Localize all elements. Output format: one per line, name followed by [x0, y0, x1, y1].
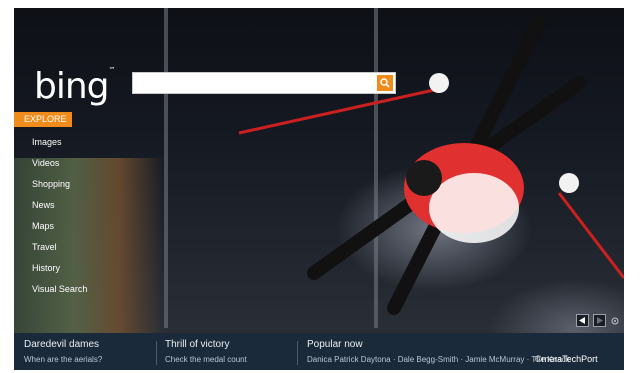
previous-image-button[interactable]: [576, 314, 589, 327]
nav-item-images[interactable]: Images: [32, 136, 87, 157]
nav-item-videos[interactable]: Videos: [32, 157, 87, 178]
divider: [156, 341, 157, 365]
arrow-right-icon: [597, 317, 603, 324]
skier-helmet: [406, 160, 442, 196]
popular-link[interactable]: Dale Begg-Smith: [398, 355, 458, 364]
hotspot-daredevil[interactable]: Daredevil dames When are the aerials?: [24, 339, 102, 364]
nav-item-history[interactable]: History: [32, 262, 87, 283]
nav-item-shopping[interactable]: Shopping: [32, 178, 87, 199]
popular-link[interactable]: Jamie McMurray: [465, 355, 524, 364]
hotspot-heading[interactable]: Daredevil dames: [24, 339, 102, 350]
skier-body: [429, 173, 519, 243]
skier-glove: [429, 73, 449, 93]
ski-pole: [238, 88, 435, 135]
hotspot-popular: Popular now Danica Patrick Daytona · Dal…: [307, 339, 570, 364]
hotspot-link[interactable]: Check the medal count: [165, 355, 247, 364]
hero-background-image: bing™ EXPLORE Images Videos Shopping New…: [14, 8, 624, 333]
nav-item-travel[interactable]: Travel: [32, 241, 87, 262]
image-controls: [576, 314, 620, 327]
explore-nav: Images Videos Shopping News Maps Travel …: [32, 136, 87, 304]
bing-logo[interactable]: bing™: [34, 66, 116, 107]
search-button[interactable]: [377, 75, 393, 91]
nav-item-news[interactable]: News: [32, 199, 87, 220]
nav-item-maps[interactable]: Maps: [32, 220, 87, 241]
search-box[interactable]: [132, 72, 396, 94]
hotspot-victory[interactable]: Thrill of victory Check the medal count: [165, 339, 247, 364]
hotspot-heading[interactable]: Thrill of victory: [165, 339, 247, 350]
popular-now-heading: Popular now: [307, 339, 363, 350]
explore-label: EXPLORE: [14, 112, 72, 127]
hotspot-link[interactable]: When are the aerials?: [24, 355, 102, 364]
info-icon: [611, 317, 619, 324]
arrow-left-icon: [579, 317, 585, 324]
ski-pole: [557, 192, 624, 279]
skier-glove: [559, 173, 579, 193]
popular-link[interactable]: Danica Patrick Daytona: [307, 355, 391, 364]
magnifier-icon: [380, 78, 390, 88]
divider: [297, 341, 298, 365]
bing-homepage: bing™ EXPLORE Images Videos Shopping New…: [14, 8, 624, 370]
image-info-button[interactable]: [610, 316, 620, 326]
watermark-text: ©meraTechPort: [535, 354, 598, 364]
hotspot-bar: Daredevil dames When are the aerials? Th…: [14, 333, 624, 370]
search-input[interactable]: [133, 73, 381, 91]
skier-illustration: [238, 16, 624, 315]
nav-item-visual-search[interactable]: Visual Search: [32, 283, 87, 304]
popular-now-list: Danica Patrick Daytona · Dale Begg-Smith…: [307, 355, 570, 364]
next-image-button[interactable]: [593, 314, 606, 327]
